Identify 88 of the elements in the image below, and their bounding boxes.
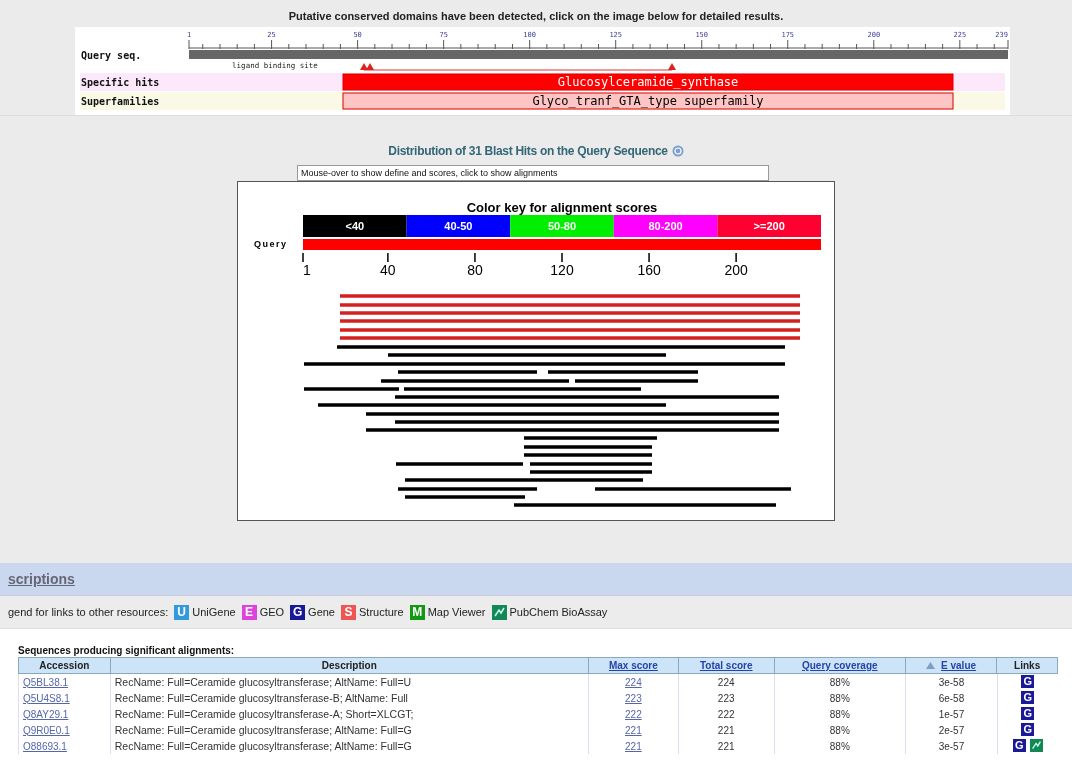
color-key-label: 50-80 — [547, 220, 577, 232]
resource-label: UniGene — [192, 606, 236, 618]
table-cell: 6e-58 — [905, 690, 997, 706]
column-header[interactable]: Query coverage — [774, 657, 906, 674]
resource-badge: S — [341, 604, 356, 620]
help-icon[interactable] — [671, 145, 684, 157]
description-cell: RecName: Full=Ceramide glucosyltransferase-A; Short=XLCGT; — [110, 706, 589, 722]
bioassay-icon[interactable] — [1029, 739, 1043, 752]
max-score-link[interactable]: 224 — [588, 673, 679, 690]
max-score-link[interactable]: 223 — [588, 690, 679, 706]
axis-tick — [561, 252, 563, 263]
table-cell: 88% — [774, 738, 906, 754]
section-title[interactable]: scriptions — [8, 571, 75, 587]
max-score-link[interactable]: 221 — [588, 722, 679, 738]
gene-link[interactable]: G — [1021, 723, 1035, 736]
column-header: Accession — [18, 657, 111, 674]
table-cell: 221 — [678, 722, 775, 738]
resource-label: Structure — [359, 606, 404, 618]
track-label: Superfamilies — [81, 96, 160, 107]
table-cell: 223 — [678, 690, 775, 706]
description-cell: RecName: Full=Ceramide glucosyltransferase-B; AltName: Full — [110, 690, 589, 706]
table-cell: 222 — [678, 706, 775, 722]
resource-label: PubChem BioAssay — [509, 606, 608, 618]
color-key-label: <40 — [345, 220, 365, 232]
table-cell: 3e-57 — [905, 738, 997, 754]
banner-text: Putative conserved domains have been detected, click on the image below for detailed results. — [287, 9, 785, 24]
table-cell: 224 — [678, 673, 775, 690]
table-caption: Sequences producing significant alignments: — [18, 645, 236, 656]
description-cell: RecName: Full=Ceramide glucosyltransferase; AltName: Full=G — [110, 722, 589, 738]
column-header[interactable]: Total score — [678, 657, 775, 674]
color-key-title: Color key for alignment scores — [466, 200, 658, 215]
accession-link[interactable]: Q9R0E0.1 — [18, 722, 111, 738]
column-header: Links — [996, 657, 1058, 674]
table-cell: 1e-57 — [905, 706, 997, 722]
table-cell: 2e-57 — [905, 722, 997, 738]
legend-text: gend for links to other resources: — [8, 606, 169, 618]
axis-tick — [302, 252, 304, 263]
column-header: Description — [110, 657, 589, 674]
gene-link[interactable]: G — [1021, 691, 1035, 704]
table-cell: 88% — [774, 722, 906, 738]
resource-badge: G — [290, 604, 306, 620]
gene-link[interactable]: G — [1012, 739, 1026, 752]
resource-label: GEO — [259, 606, 285, 618]
resource-badge: E — [241, 604, 257, 620]
max-score-link[interactable]: 222 — [588, 706, 679, 722]
info-field[interactable]: Mouse-over to show define and scores, click to show alignments — [297, 165, 769, 181]
max-score-link[interactable]: 221 — [588, 738, 679, 754]
table-cell: 221 — [678, 738, 775, 754]
axis-tick — [648, 252, 650, 263]
axis-tick — [474, 252, 476, 263]
axis-tick — [735, 252, 737, 263]
axis-tick — [387, 252, 389, 263]
axis-label: 160 — [637, 262, 661, 278]
column-header[interactable]: Max score — [588, 657, 679, 674]
axis-label: 1 — [303, 262, 311, 278]
accession-link[interactable]: O88693.1 — [18, 738, 111, 754]
accession-link[interactable]: Q5BL38.1 — [18, 673, 111, 690]
section-title: Distribution of 31 Blast Hits on the Query Sequence — [388, 144, 668, 158]
query-label: Query seq. — [81, 50, 142, 61]
domain-bar[interactable] — [342, 92, 954, 110]
resource-label: Map Viewer — [427, 606, 486, 618]
description-cell: RecName: Full=Ceramide glucosyltransferase; AltName: Full=U — [110, 673, 589, 690]
alignment-hits-drawing[interactable] — [304, 294, 800, 507]
table-cell: 88% — [774, 690, 906, 706]
axis-label: 200 — [724, 262, 748, 278]
axis-label: 80 — [467, 262, 483, 278]
domain-name: Glucosylceramide_synthase — [557, 75, 739, 89]
resource-badge: U — [174, 604, 190, 620]
sort-icon — [926, 662, 936, 669]
resource-label: Gene — [308, 606, 335, 618]
color-key-label: 80-200 — [648, 220, 683, 232]
column-header[interactable]: E value — [905, 657, 997, 674]
table-cell: 88% — [774, 673, 906, 690]
accession-link[interactable]: Q5U4S8.1 — [18, 690, 111, 706]
axis-label: 40 — [380, 262, 396, 278]
domain-name: Glyco_tranf_GTA_type superfamily — [532, 94, 764, 108]
accession-link[interactable]: Q8AY29.1 — [18, 706, 111, 722]
table-cell: 3e-58 — [905, 673, 997, 690]
resource-badge: M — [409, 604, 425, 620]
gene-link[interactable]: G — [1021, 707, 1035, 720]
query-label: Query — [254, 239, 288, 249]
color-key-label: 40-50 — [444, 220, 473, 232]
description-cell: RecName: Full=Ceramide glucosyltransferase; AltName: Full=G — [110, 738, 589, 754]
color-key-label: >=200 — [753, 220, 785, 232]
table-cell: 88% — [774, 706, 906, 722]
gene-link[interactable]: G — [1021, 675, 1035, 688]
axis-label: 120 — [550, 262, 574, 278]
track-label: Specific hits — [81, 77, 160, 88]
